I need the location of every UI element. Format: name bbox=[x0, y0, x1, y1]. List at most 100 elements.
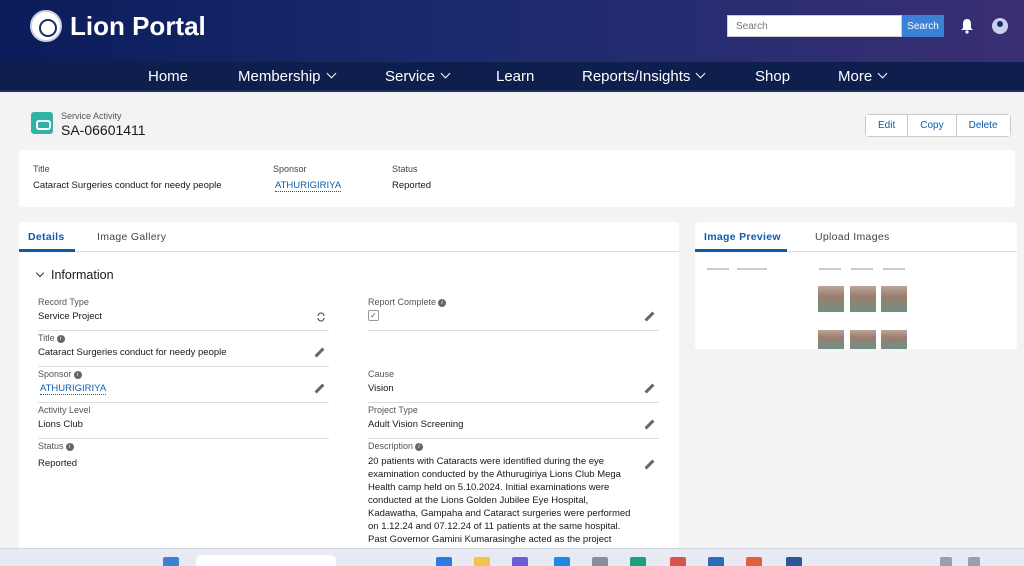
edit-pencil-icon[interactable] bbox=[645, 384, 655, 394]
nav-label: Reports/Insights bbox=[582, 68, 691, 85]
preview-text-line bbox=[737, 268, 767, 270]
file-explorer-icon[interactable] bbox=[474, 557, 490, 566]
preview-text-line bbox=[819, 268, 841, 270]
field-activity-level: Activity Level Lions Club bbox=[38, 405, 329, 439]
patient-photo[interactable] bbox=[850, 330, 876, 349]
search-input[interactable] bbox=[727, 15, 902, 37]
handshake-icon bbox=[31, 112, 53, 134]
report-complete-checkbox[interactable]: ✓ bbox=[368, 310, 379, 321]
word-icon[interactable] bbox=[786, 557, 802, 566]
field-cause: Cause Vision bbox=[368, 369, 659, 403]
edit-pencil-icon[interactable] bbox=[645, 312, 655, 322]
refresh-icon[interactable] bbox=[940, 557, 952, 566]
field-label: Activity Level bbox=[38, 405, 91, 415]
edit-pencil-icon[interactable] bbox=[645, 420, 655, 430]
section-information[interactable]: Information bbox=[35, 268, 114, 282]
chrome-icon[interactable] bbox=[746, 557, 762, 566]
patient-photo[interactable] bbox=[818, 286, 844, 312]
chevron-down-icon bbox=[695, 68, 706, 79]
edit-pencil-icon[interactable] bbox=[645, 460, 655, 470]
field-value: Service Project bbox=[38, 311, 102, 322]
nav-label: Service bbox=[385, 68, 436, 85]
field-label: Record Type bbox=[38, 297, 89, 307]
search-button[interactable]: Search bbox=[902, 15, 944, 37]
info-icon[interactable]: i bbox=[56, 334, 65, 343]
field-label: Sponsor i bbox=[38, 369, 82, 379]
highlight-status-value: Reported bbox=[392, 180, 432, 191]
preview-text-line bbox=[851, 268, 873, 270]
lions-emblem-icon[interactable] bbox=[30, 10, 62, 42]
field-project-type: Project Type Adult Vision Screening bbox=[368, 405, 659, 439]
app-icon[interactable] bbox=[708, 557, 724, 566]
app-icon[interactable] bbox=[512, 557, 528, 566]
section-title: Information bbox=[51, 268, 114, 282]
info-icon[interactable]: i bbox=[438, 298, 447, 307]
tab-upload-images[interactable]: Upload Images bbox=[815, 231, 890, 243]
browser-icon[interactable] bbox=[630, 557, 646, 566]
highlight-sponsor-label: Sponsor bbox=[273, 164, 307, 174]
field-status: Status i Reported bbox=[38, 441, 329, 475]
nav-service[interactable]: Service bbox=[385, 68, 451, 85]
preview-text-line bbox=[883, 268, 905, 270]
field-label-text: Sponsor bbox=[38, 369, 72, 379]
nav-label: Learn bbox=[496, 68, 535, 85]
tray-icon[interactable] bbox=[968, 557, 980, 566]
nav-label: Shop bbox=[755, 68, 791, 85]
field-sponsor: Sponsor i ATHURIGIRIYA bbox=[38, 369, 329, 403]
app-icon[interactable] bbox=[670, 557, 686, 566]
settings-icon[interactable] bbox=[592, 557, 608, 566]
bell-icon[interactable] bbox=[960, 18, 974, 34]
patient-photo[interactable] bbox=[881, 286, 907, 312]
sponsor-link[interactable]: ATHURIGIRIYA bbox=[40, 383, 107, 395]
edit-pencil-icon[interactable] bbox=[315, 384, 325, 394]
field-report-complete: Report Complete i ✓ bbox=[368, 297, 659, 331]
nav-home[interactable]: Home bbox=[148, 68, 188, 85]
field-description: Description i 20 patients with Cataracts … bbox=[368, 441, 659, 558]
user-avatar-icon[interactable] bbox=[992, 18, 1008, 34]
patient-photo[interactable] bbox=[850, 286, 876, 312]
nav-label: Membership bbox=[238, 68, 321, 85]
chevron-down-icon bbox=[440, 68, 451, 79]
windows-start-icon[interactable] bbox=[163, 557, 179, 566]
field-title: Title i Cataract Surgeries conduct for ne… bbox=[38, 333, 329, 367]
change-record-type-icon[interactable] bbox=[316, 312, 326, 322]
preview-text-line bbox=[707, 268, 729, 270]
field-label-text: Report Complete bbox=[368, 297, 437, 307]
field-value: Adult Vision Screening bbox=[368, 419, 464, 430]
brand-title[interactable]: Lion Portal bbox=[70, 11, 206, 42]
highlight-sponsor-link[interactable]: ATHURIGIRIYA bbox=[275, 180, 342, 192]
top-header: Lion Portal Search bbox=[0, 0, 1024, 62]
tab-image-preview[interactable]: Image Preview bbox=[704, 231, 781, 243]
field-value: Vision bbox=[368, 383, 394, 394]
field-label: Cause bbox=[368, 369, 395, 379]
taskbar-search-icon[interactable] bbox=[196, 555, 336, 566]
info-icon[interactable]: i bbox=[73, 370, 82, 379]
highlight-title-value: Cataract Surgeries conduct for needy peo… bbox=[33, 180, 222, 191]
field-label-text: Status bbox=[38, 441, 64, 451]
active-tab-indicator bbox=[695, 249, 787, 252]
nav-learn[interactable]: Learn bbox=[496, 68, 534, 85]
delete-button[interactable]: Delete bbox=[956, 115, 1010, 136]
patient-photo[interactable] bbox=[818, 330, 844, 349]
chevron-down-icon bbox=[35, 268, 45, 278]
edit-button[interactable]: Edit bbox=[866, 115, 909, 136]
record-actions: Edit Copy Delete bbox=[865, 114, 1011, 137]
nav-membership[interactable]: Membership bbox=[238, 68, 336, 85]
patient-photo[interactable] bbox=[881, 330, 907, 349]
edit-pencil-icon[interactable] bbox=[315, 348, 325, 358]
nav-label: More bbox=[838, 68, 873, 85]
app-icon[interactable] bbox=[436, 557, 452, 566]
nav-more[interactable]: More bbox=[838, 68, 888, 85]
copy-button[interactable]: Copy bbox=[908, 115, 957, 136]
info-icon[interactable]: i bbox=[65, 442, 74, 451]
field-label: Project Type bbox=[368, 405, 418, 415]
tab-details[interactable]: Details bbox=[28, 231, 65, 243]
details-card: Details Image Gallery Information Record… bbox=[19, 222, 679, 558]
info-icon[interactable]: i bbox=[415, 442, 424, 451]
nav-shop[interactable]: Shop bbox=[755, 68, 790, 85]
tab-image-gallery[interactable]: Image Gallery bbox=[97, 231, 166, 243]
active-tab-indicator bbox=[19, 249, 75, 252]
app-icon[interactable] bbox=[554, 557, 570, 566]
field-value-wrap: ATHURIGIRIYA bbox=[40, 383, 107, 395]
nav-reports[interactable]: Reports/Insights bbox=[582, 68, 706, 85]
